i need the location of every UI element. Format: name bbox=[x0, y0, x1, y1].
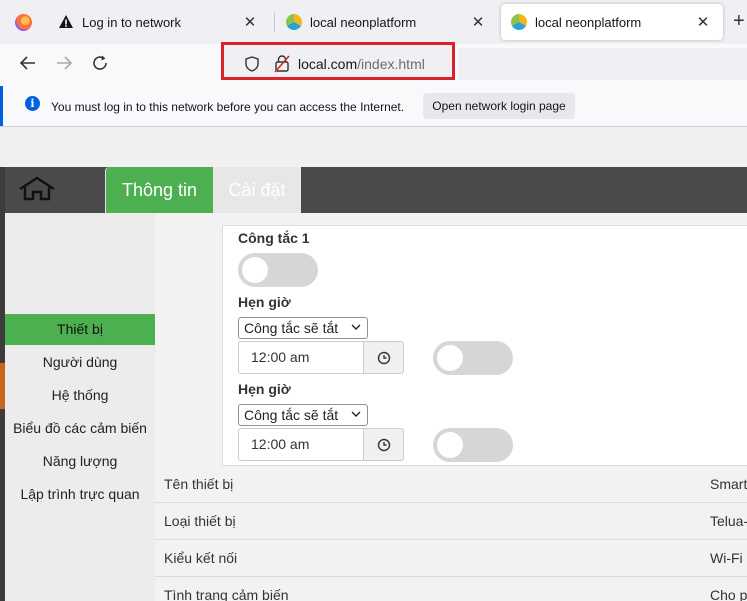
info-value: Telua- bbox=[710, 513, 747, 529]
info-key: Tình trạng cảm biến bbox=[164, 587, 289, 601]
info-value: Cho p bbox=[710, 587, 747, 601]
info-value: Wi-Fi bbox=[710, 550, 743, 566]
switch-1-toggle[interactable] bbox=[238, 253, 318, 287]
clock-icon bbox=[377, 438, 391, 452]
toggle-knob bbox=[242, 257, 268, 283]
timer-2-time-input[interactable]: 12:00 am bbox=[238, 428, 364, 461]
sidebar-item-system[interactable]: Hệ thống bbox=[5, 380, 155, 411]
toggle-knob bbox=[437, 432, 463, 458]
timer-2-toggle[interactable] bbox=[433, 428, 513, 462]
toggle-knob bbox=[437, 345, 463, 371]
tab-neonplatform-1[interactable]: local neonplatform ✕ bbox=[276, 4, 498, 40]
home-icon[interactable] bbox=[17, 175, 57, 203]
tab-log-in[interactable]: Log in to network ✕ bbox=[48, 4, 270, 40]
url-text: local.com/index.html bbox=[298, 56, 425, 72]
url-bar[interactable]: local.com/index.html bbox=[221, 42, 455, 80]
close-tab-icon[interactable]: ✕ bbox=[240, 13, 260, 31]
sidebar-item-users[interactable]: Người dùng bbox=[5, 347, 155, 378]
info-key: Tên thiết bị bbox=[164, 476, 234, 492]
back-arrow-icon[interactable] bbox=[17, 54, 39, 76]
clock-icon bbox=[377, 351, 391, 365]
tab-neonplatform-2[interactable]: local neonplatform ✕ bbox=[501, 4, 723, 40]
tab-title: local neonplatform bbox=[310, 14, 417, 30]
tab-title: Log in to network bbox=[82, 14, 182, 30]
firefox-menu-icon[interactable] bbox=[15, 14, 32, 31]
close-tab-icon[interactable]: ✕ bbox=[693, 13, 713, 31]
forward-arrow-icon[interactable] bbox=[53, 54, 75, 76]
site-favicon-icon bbox=[511, 14, 527, 30]
notification-message: You must log in to this network before y… bbox=[51, 100, 405, 114]
timer-1-time-input[interactable]: 12:00 am bbox=[238, 341, 364, 374]
info-icon: i bbox=[25, 96, 40, 111]
app-header: Thông tin Cài đặt bbox=[5, 167, 747, 213]
timer-1-action-select[interactable]: Công tắc sẽ tắt bbox=[238, 317, 368, 339]
site-favicon-icon bbox=[286, 14, 302, 30]
captive-portal-notification: i You must log in to this network before… bbox=[0, 86, 747, 126]
tab-info[interactable]: Thông tin bbox=[105, 167, 213, 213]
chevron-down-icon bbox=[351, 324, 361, 330]
switch-panel: Công tắc 1 Hẹn giờ Công tắc sẽ tắt 12:00… bbox=[222, 225, 747, 466]
sidebar-item-visual-programming[interactable]: Lập trình trực quan bbox=[5, 479, 155, 510]
url-path: /index.html bbox=[357, 56, 425, 72]
insecure-lock-icon[interactable] bbox=[274, 55, 290, 73]
info-row-sensor-status: Tình trạng cảm biến Cho p bbox=[155, 577, 747, 601]
info-row-device-name: Tên thiết bị Smart bbox=[155, 466, 747, 503]
page-top-spacer bbox=[0, 127, 747, 167]
tab-title: local neonplatform bbox=[535, 14, 642, 30]
select-value: Công tắc sẽ tắt bbox=[244, 320, 339, 336]
url-host: local.com bbox=[298, 56, 358, 72]
open-login-page-button[interactable]: Open network login page bbox=[423, 93, 575, 119]
tab-separator bbox=[274, 12, 275, 32]
info-row-device-type: Loại thiết bị Telua- bbox=[155, 503, 747, 540]
url-bar-extension[interactable] bbox=[458, 48, 747, 80]
reload-icon[interactable] bbox=[89, 54, 111, 76]
timer-label: Hẹn giờ bbox=[238, 381, 291, 397]
sidebar-item-energy[interactable]: Năng lượng bbox=[5, 446, 155, 477]
timer-1-toggle[interactable] bbox=[433, 341, 513, 375]
timer-1-clock-button[interactable] bbox=[364, 341, 404, 374]
tab-settings[interactable]: Cài đặt bbox=[213, 167, 301, 213]
select-value: Công tắc sẽ tắt bbox=[244, 407, 339, 423]
main-content: Công tắc 1 Hẹn giờ Công tắc sẽ tắt 12:00… bbox=[155, 213, 747, 601]
timer-2-clock-button[interactable] bbox=[364, 428, 404, 461]
close-tab-icon[interactable]: ✕ bbox=[468, 13, 488, 31]
info-value: Smart bbox=[710, 476, 747, 492]
info-key: Kiểu kết nối bbox=[164, 550, 238, 566]
sidebar-item-sensor-charts[interactable]: Biểu đồ các cảm biến bbox=[5, 413, 155, 444]
timer-2-action-select[interactable]: Công tắc sẽ tắt bbox=[238, 404, 368, 426]
tracking-shield-icon[interactable] bbox=[244, 56, 260, 72]
new-tab-plus-icon[interactable]: + bbox=[733, 10, 747, 33]
warning-icon bbox=[59, 15, 73, 28]
switch-label: Công tắc 1 bbox=[238, 230, 310, 246]
info-row-connection-type: Kiểu kết nối Wi-Fi bbox=[155, 540, 747, 577]
info-key: Loại thiết bị bbox=[164, 513, 236, 529]
chevron-down-icon bbox=[351, 411, 361, 417]
timer-label: Hẹn giờ bbox=[238, 294, 291, 310]
browser-tab-strip: Log in to network ✕ local neonplatform ✕… bbox=[0, 0, 747, 44]
sidebar-item-devices[interactable]: Thiết bị bbox=[5, 314, 155, 345]
sidebar: Thiết bị Người dùng Hệ thống Biểu đồ các… bbox=[5, 213, 155, 601]
